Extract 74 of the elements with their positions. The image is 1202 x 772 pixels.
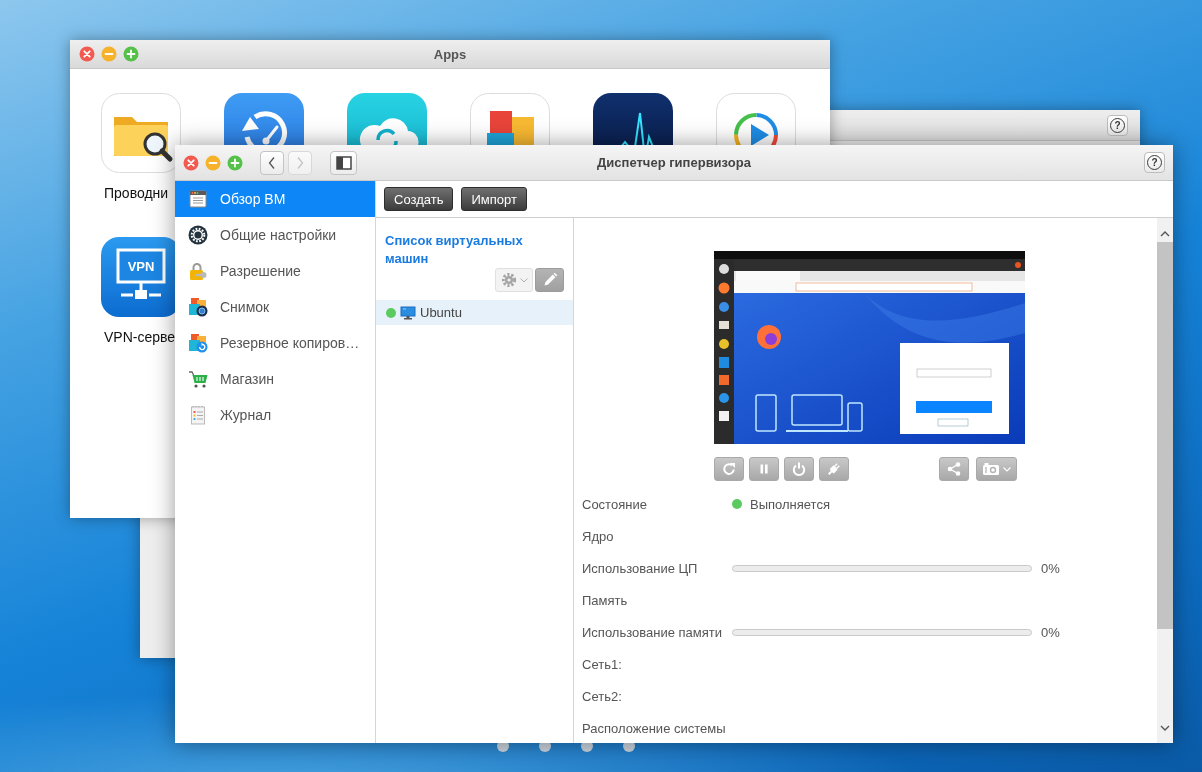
- back-button[interactable]: [260, 150, 284, 175]
- window-title: Диспетчер гипервизора: [597, 155, 751, 170]
- close-icon[interactable]: [79, 46, 95, 62]
- plug-icon: [826, 461, 842, 477]
- minimize-icon[interactable]: [101, 46, 117, 62]
- field-label: Использование ЦП: [582, 560, 699, 576]
- notepad-icon: [188, 405, 208, 425]
- status-value: Выполняется: [750, 496, 830, 512]
- play-ring-icon[interactable]: [716, 93, 796, 145]
- plug-button[interactable]: [819, 457, 849, 481]
- minimize-icon[interactable]: [205, 154, 221, 171]
- sidebar-item[interactable]: Резервное копиров…: [175, 325, 375, 361]
- network-monitor-icon[interactable]: VPN: [101, 237, 175, 317]
- sidebar-item[interactable]: Магазин: [175, 361, 375, 397]
- share-icon: [946, 461, 962, 477]
- field-label: Расположение системы: [582, 720, 727, 736]
- sidebar-item[interactable]: Снимок: [175, 289, 375, 325]
- icon-caption: VPN: [127, 259, 155, 274]
- vm-list-item[interactable]: Ubuntu: [376, 300, 573, 325]
- usage-reading: 0%: [1041, 560, 1060, 576]
- field-label: Память: [582, 592, 629, 608]
- power-button[interactable]: [784, 457, 814, 481]
- scrollbar-thumb[interactable]: [1157, 242, 1173, 629]
- usage-reading: 0%: [1041, 624, 1060, 640]
- help-button[interactable]: ?: [1144, 152, 1165, 173]
- restart-button[interactable]: [714, 457, 744, 481]
- monitor-icon: [400, 305, 416, 320]
- list-window-icon: [188, 189, 208, 209]
- caret-icon: [519, 277, 528, 283]
- sidebar-panel-icon: [335, 155, 352, 170]
- sidebar-item[interactable]: Общие настройки: [175, 217, 375, 253]
- app-label[interactable]: VPN-серве: [104, 329, 176, 345]
- settings-dropdown-button[interactable]: [495, 268, 533, 292]
- restore-squares-icon: [188, 333, 208, 353]
- close-icon[interactable]: [183, 154, 199, 171]
- caret-icon: [1003, 466, 1011, 472]
- gear-icon: [500, 272, 517, 288]
- toolbar-button[interactable]: Импорт: [461, 187, 527, 211]
- sidebar-toggle-button[interactable]: [330, 150, 357, 175]
- field-label: Ядро: [582, 528, 615, 544]
- field-label: Использование памяти: [582, 624, 723, 640]
- chevron-right-icon: [295, 155, 305, 170]
- chevron-left-icon: [267, 155, 277, 170]
- snapshot-button[interactable]: [976, 457, 1017, 481]
- sidebar-item[interactable]: Журнал: [175, 397, 375, 433]
- field-label: Состояние: [582, 496, 648, 512]
- heartbeat-icon[interactable]: [593, 93, 673, 145]
- lock-key-icon: [188, 261, 208, 281]
- edit-button[interactable]: [535, 268, 564, 292]
- field-label: Сеть1:: [582, 656, 623, 672]
- panel-heading: Список виртуальных машин: [384, 232, 524, 268]
- help-button[interactable]: ?: [1107, 114, 1128, 136]
- sidebar-item[interactable]: Разрешение: [175, 253, 375, 289]
- share-button[interactable]: [939, 457, 969, 481]
- colored-squares-icon[interactable]: [470, 93, 550, 145]
- vm-console-drawing[interactable]: [714, 251, 1025, 444]
- folder-search-icon[interactable]: [101, 93, 181, 173]
- pencil-icon: [541, 272, 558, 288]
- cart-icon: [188, 369, 208, 389]
- cloud-sync-icon[interactable]: [347, 93, 427, 145]
- sidebar-item[interactable]: Обзор ВМ: [175, 181, 375, 217]
- window-title: Apps: [433, 46, 467, 62]
- camera-squares-icon: [188, 297, 208, 317]
- maximize-icon[interactable]: [123, 46, 139, 62]
- maximize-icon[interactable]: [227, 154, 243, 171]
- camera-icon: [982, 462, 1000, 476]
- power-icon: [791, 461, 807, 477]
- pause-button[interactable]: [749, 457, 779, 481]
- field-label: Сеть2:: [582, 688, 623, 704]
- gauge-arrow-icon[interactable]: [224, 93, 304, 145]
- gear-icon: [188, 225, 208, 245]
- app-label[interactable]: Проводни: [104, 185, 169, 201]
- toolbar-button[interactable]: Создать: [384, 187, 454, 211]
- refresh-icon: [721, 461, 737, 477]
